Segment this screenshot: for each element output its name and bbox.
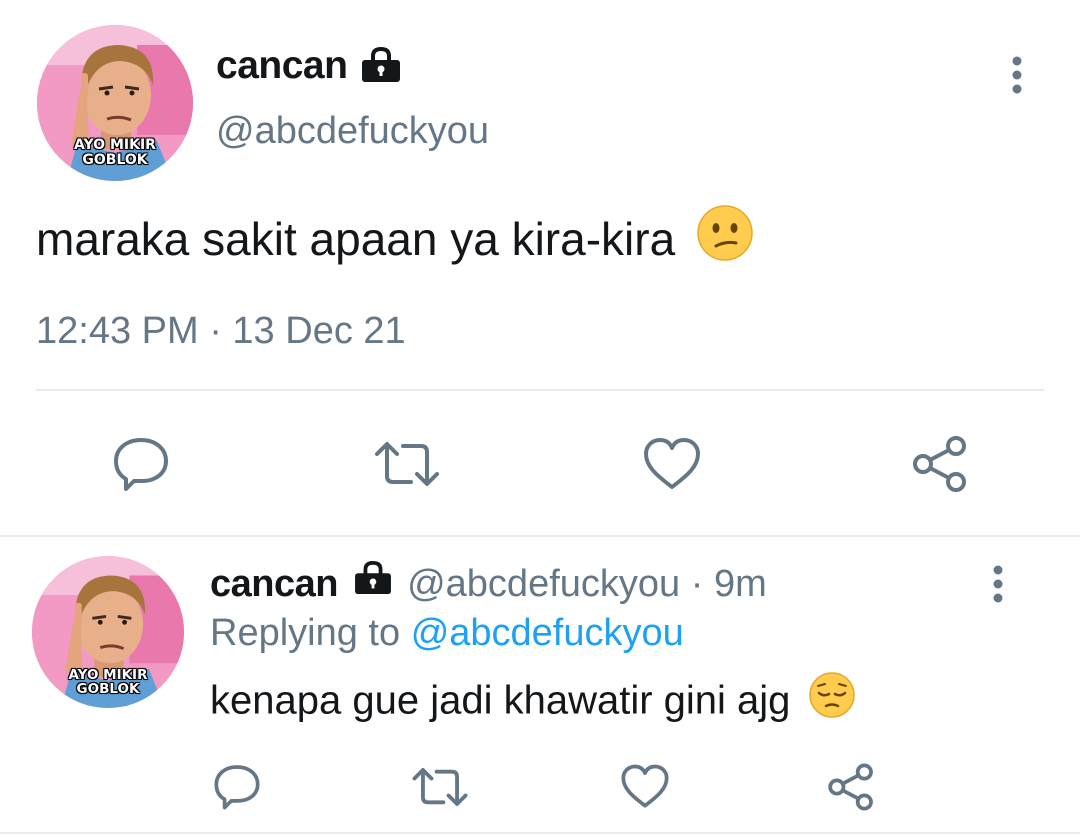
display-name-text: cancan <box>216 44 348 87</box>
divider <box>36 389 1044 391</box>
reply-avatar-caption-line2: GOBLOK <box>76 681 140 698</box>
avatar-caption-line2: GOBLOK <box>82 151 148 168</box>
separator-dot: · <box>690 563 704 605</box>
reply-display-name[interactable]: cancan <box>210 563 338 605</box>
retweet-icon[interactable] <box>411 766 469 808</box>
replying-to-mention[interactable]: @abcdefuckyou <box>411 612 684 654</box>
more-options-icon[interactable] <box>1006 56 1028 96</box>
display-name[interactable]: cancan <box>216 44 348 88</box>
reply-avatar[interactable]: AYO MIKIR GOBLOK <box>32 556 184 708</box>
tweet-text-content: maraka sakit apaan ya kira-kira <box>36 213 676 265</box>
lock-icon <box>353 560 393 605</box>
reply-header: cancan @abcdefuckyou · 9m <box>210 560 767 606</box>
like-icon[interactable] <box>642 437 702 491</box>
bottom-divider <box>0 832 1080 834</box>
avatar[interactable]: AYO MIKIR GOBLOK <box>37 25 193 181</box>
share-icon[interactable] <box>910 434 970 494</box>
tweet-timestamp[interactable]: 12:43 PM · 13 Dec 21 <box>36 310 406 353</box>
avatar-caption-line1: AYO MIKIR <box>74 137 156 153</box>
reply-text-content: kenapa gue jadi khawatir gini ajg <box>210 678 791 723</box>
retweet-icon[interactable] <box>373 440 441 488</box>
pensive-face-emoji <box>808 671 856 729</box>
reply-tweet-text: kenapa gue jadi khawatir gini ajg <box>210 672 856 729</box>
user-handle[interactable]: @abcdefuckyou <box>216 110 489 153</box>
reply-timestamp[interactable]: 9m <box>714 563 767 605</box>
share-icon[interactable] <box>826 762 876 812</box>
replying-to-prefix: Replying to <box>210 612 401 654</box>
replying-to-line: Replying to @abcdefuckyou <box>210 612 684 655</box>
like-icon[interactable] <box>620 764 670 809</box>
reply-icon[interactable] <box>112 434 170 492</box>
tweet-text: maraka sakit apaan ya kira-kira <box>36 205 754 273</box>
lock-icon <box>360 47 402 83</box>
section-divider <box>0 535 1080 537</box>
more-options-icon[interactable] <box>987 565 1009 605</box>
reply-user-handle[interactable]: @abcdefuckyou <box>407 563 680 605</box>
reply-icon[interactable] <box>213 762 261 810</box>
confused-face-emoji <box>696 204 754 273</box>
